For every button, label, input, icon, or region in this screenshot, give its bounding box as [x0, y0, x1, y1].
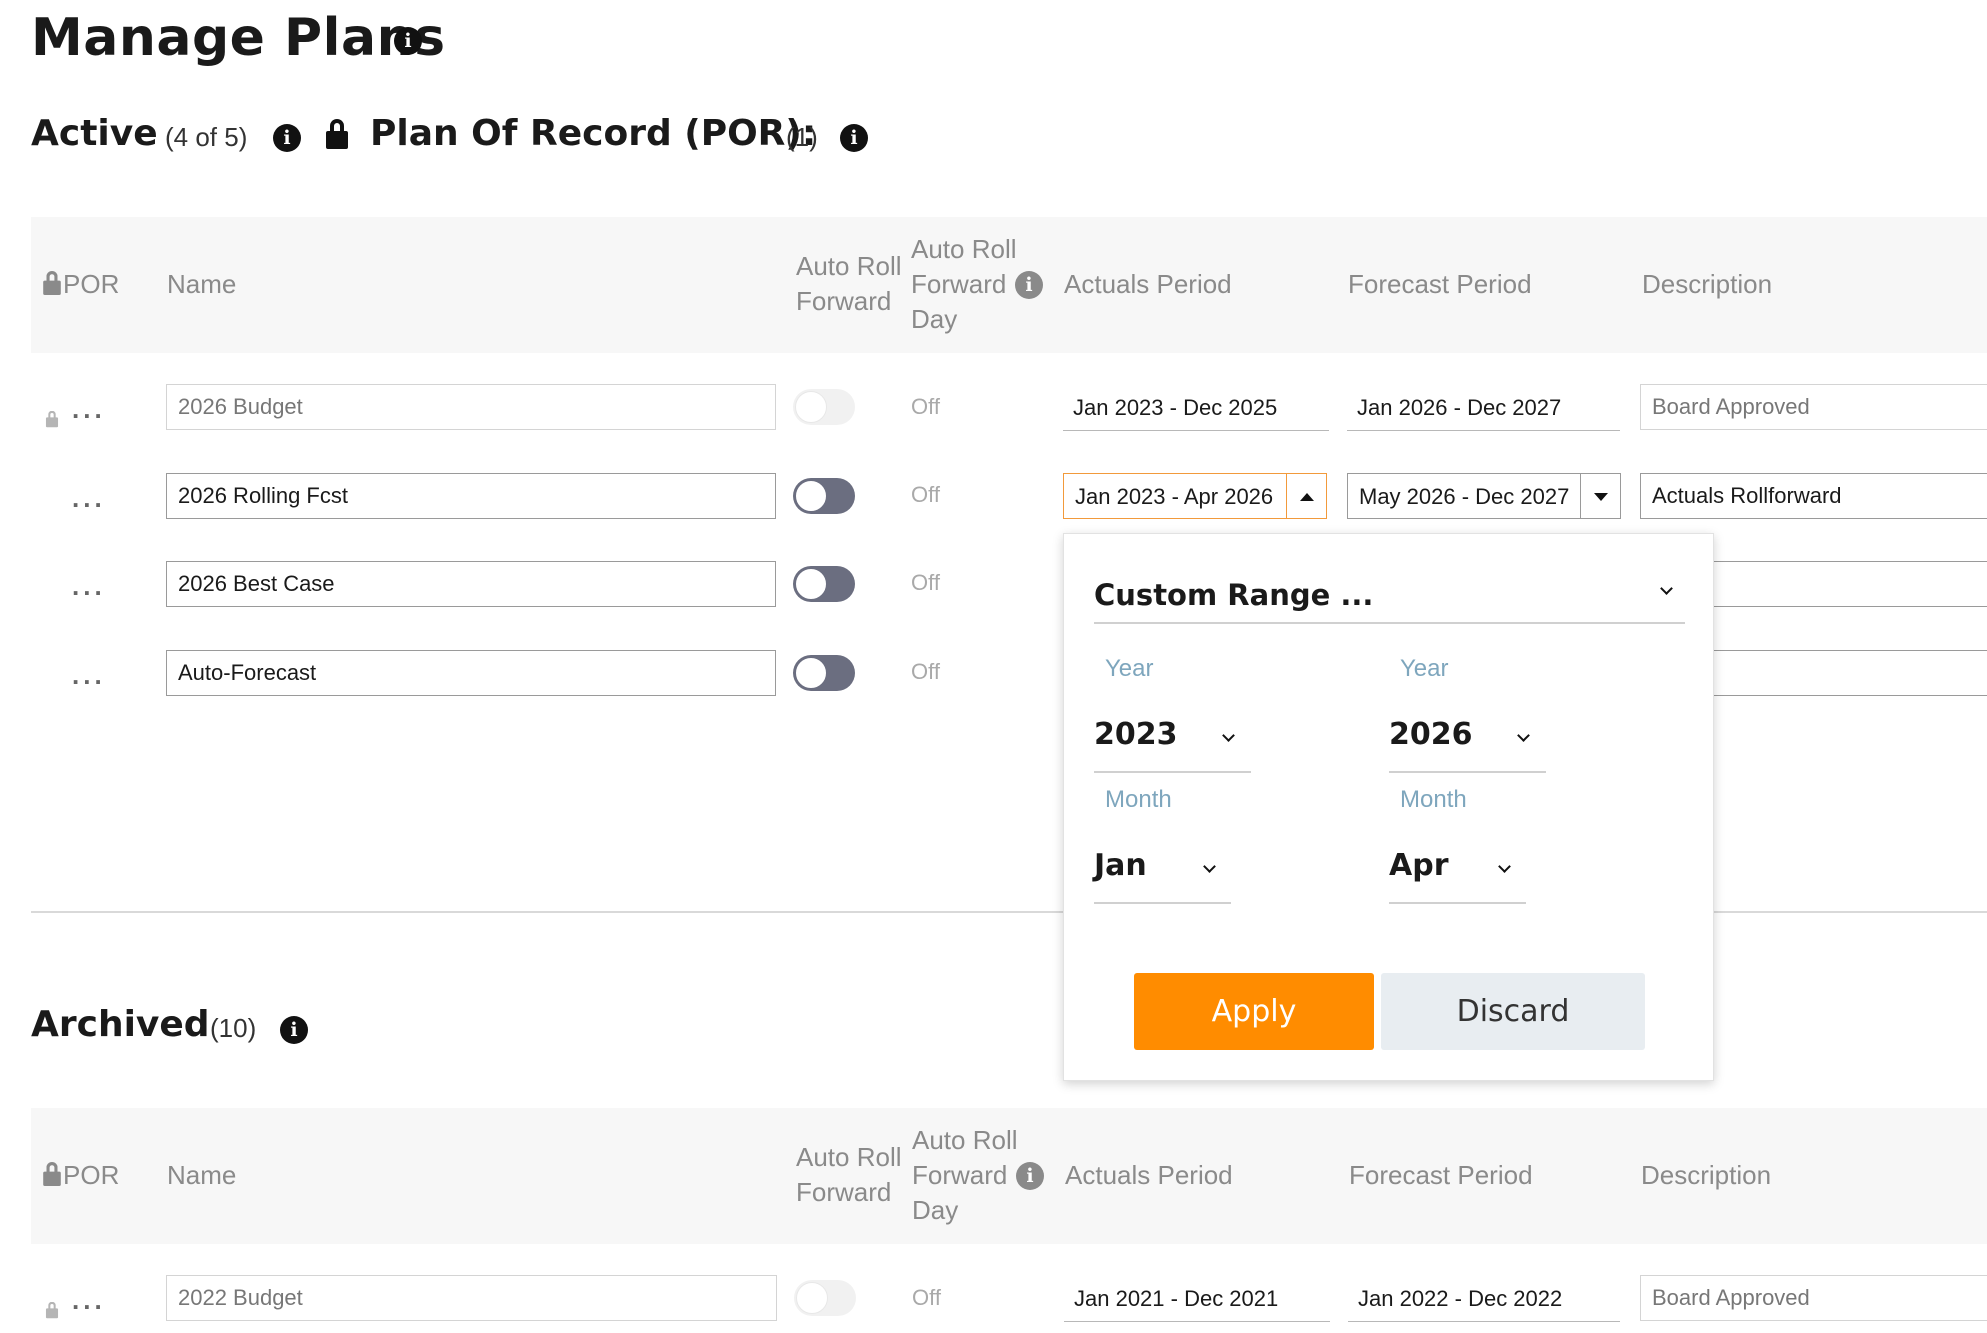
- lock-icon: [325, 119, 349, 149]
- info-icon[interactable]: i: [1015, 271, 1043, 299]
- archived-section-title: Archived: [31, 1004, 210, 1045]
- col-arf-day-line1: Auto Roll: [912, 1125, 1018, 1155]
- page-title: Manage Plans: [31, 8, 446, 68]
- row-menu-button[interactable]: ...: [72, 1285, 106, 1316]
- lock-icon: [42, 1162, 61, 1186]
- custom-range-popover: Custom Range ... Year 2023 Month Jan Yea…: [1063, 533, 1714, 1081]
- col-arf-day-line1: Auto Roll: [911, 234, 1017, 264]
- end-year-underline: [1389, 771, 1546, 773]
- plan-name-input[interactable]: Auto-Forecast: [166, 650, 776, 696]
- actuals-period-value: Jan 2023 - Apr 2026: [1075, 484, 1274, 509]
- info-icon[interactable]: i: [394, 27, 422, 55]
- col-description[interactable]: Description: [1642, 267, 1772, 302]
- chevron-down-icon[interactable]: [1517, 729, 1530, 742]
- end-month-underline: [1389, 902, 1526, 904]
- por-label: Plan Of Record (POR):: [370, 113, 817, 154]
- end-year-value: 2026: [1389, 717, 1473, 752]
- auto-roll-toggle[interactable]: [793, 478, 855, 514]
- col-por: POR: [63, 1160, 120, 1190]
- auto-roll-day-value: Off: [912, 1285, 941, 1310]
- archived-count: (10): [210, 1013, 257, 1043]
- caret-down-icon[interactable]: [1580, 474, 1620, 518]
- active-table-header: POR Name Auto Roll Forward Auto Roll For…: [31, 217, 1987, 353]
- apply-button[interactable]: Apply: [1134, 973, 1374, 1050]
- actuals-period-field[interactable]: Jan 2021 - Dec 2021: [1064, 1276, 1330, 1322]
- description-input[interactable]: Actuals Rollforward: [1640, 473, 1987, 519]
- auto-roll-day-value: Off: [911, 394, 940, 419]
- chevron-down-icon[interactable]: [1203, 860, 1216, 873]
- actuals-period-dropdown[interactable]: Jan 2023 - Apr 2026: [1063, 473, 1327, 519]
- row-menu-button[interactable]: ...: [72, 483, 106, 514]
- col-forecast-period[interactable]: Forecast Period: [1349, 1158, 1533, 1193]
- row-menu-button[interactable]: ...: [72, 571, 106, 602]
- lock-icon: [45, 1301, 59, 1319]
- por-count: (1): [786, 122, 818, 152]
- forecast-period-dropdown[interactable]: May 2026 - Dec 2027: [1347, 473, 1621, 519]
- col-name: Name: [167, 269, 237, 299]
- auto-roll-toggle[interactable]: [793, 389, 855, 425]
- plan-name-input[interactable]: 2022 Budget: [166, 1275, 777, 1321]
- info-icon[interactable]: i: [280, 1016, 308, 1044]
- col-auto-roll-forward-line1: Auto Roll: [796, 1142, 902, 1172]
- range-type-value: Custom Range ...: [1094, 578, 1374, 612]
- chevron-down-icon[interactable]: [1222, 729, 1235, 742]
- forecast-period-value: May 2026 - Dec 2027: [1359, 484, 1570, 509]
- col-auto-roll-forward-line1: Auto Roll: [796, 251, 902, 281]
- lock-icon: [45, 410, 59, 428]
- end-month-value: Apr: [1389, 848, 1449, 883]
- lock-icon: [42, 271, 61, 295]
- description-input[interactable]: Board Approved: [1640, 1275, 1987, 1321]
- start-year-underline: [1094, 771, 1251, 773]
- plan-name-input[interactable]: 2026 Budget: [166, 384, 776, 430]
- row-menu-button[interactable]: ...: [72, 394, 106, 425]
- caret-up-icon[interactable]: [1286, 474, 1326, 518]
- info-icon[interactable]: i: [1016, 1162, 1044, 1190]
- row-menu-button[interactable]: ...: [72, 660, 106, 691]
- forecast-period-field[interactable]: Jan 2026 - Dec 2027: [1347, 385, 1620, 431]
- col-name: Name: [167, 1160, 237, 1190]
- col-forecast-period[interactable]: Forecast Period: [1348, 267, 1532, 302]
- archived-table-header: POR Name Auto Roll Forward Auto Roll For…: [31, 1108, 1987, 1244]
- plan-name-input[interactable]: 2026 Rolling Fcst: [166, 473, 776, 519]
- info-icon[interactable]: i: [840, 124, 868, 152]
- auto-roll-day-value: Off: [911, 482, 940, 507]
- start-year-value: 2023: [1094, 717, 1178, 752]
- col-actuals-period[interactable]: Actuals Period: [1065, 1158, 1233, 1193]
- forecast-period-field[interactable]: Jan 2022 - Dec 2022: [1348, 1276, 1620, 1322]
- plan-name-input[interactable]: 2026 Best Case: [166, 561, 776, 607]
- auto-roll-toggle[interactable]: [794, 1280, 856, 1316]
- actuals-period-field[interactable]: Jan 2023 - Dec 2025: [1063, 385, 1329, 431]
- info-icon[interactable]: i: [273, 124, 301, 152]
- col-arf-day-line3: Day: [911, 304, 958, 334]
- range-type-select[interactable]: Custom Range ...: [1094, 564, 1685, 624]
- auto-roll-toggle[interactable]: [793, 566, 855, 602]
- col-arf-day-line2: Forward: [911, 269, 1007, 299]
- discard-button[interactable]: Discard: [1381, 973, 1645, 1050]
- col-actuals-period[interactable]: Actuals Period: [1064, 267, 1232, 302]
- col-por: POR: [63, 269, 120, 299]
- col-auto-roll-forward-line2: Forward: [796, 286, 892, 316]
- active-count: (4 of 5): [165, 122, 248, 152]
- auto-roll-toggle[interactable]: [793, 655, 855, 691]
- col-description[interactable]: Description: [1641, 1158, 1771, 1193]
- col-arf-day-line2: Forward: [912, 1160, 1008, 1190]
- end-month-label: Month: [1400, 786, 1467, 813]
- description-input[interactable]: Board Approved: [1640, 384, 1987, 430]
- col-auto-roll-forward-line2: Forward: [796, 1177, 892, 1207]
- chevron-down-icon[interactable]: [1498, 860, 1511, 873]
- active-section-title: Active: [31, 113, 158, 154]
- auto-roll-day-value: Off: [911, 659, 940, 684]
- chevron-down-icon[interactable]: [1660, 582, 1673, 595]
- end-year-label: Year: [1400, 655, 1449, 682]
- auto-roll-day-value: Off: [911, 570, 940, 595]
- start-month-underline: [1094, 902, 1231, 904]
- start-year-label: Year: [1105, 655, 1154, 682]
- start-month-value: Jan: [1094, 848, 1147, 883]
- col-arf-day-line3: Day: [912, 1195, 959, 1225]
- start-month-label: Month: [1105, 786, 1172, 813]
